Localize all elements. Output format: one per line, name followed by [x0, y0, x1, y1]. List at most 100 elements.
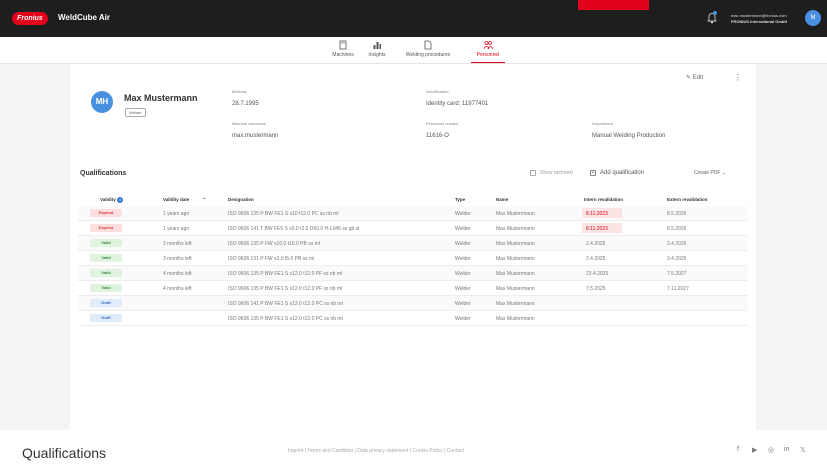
tab-machines[interactable]: Machines: [328, 37, 358, 63]
tab-machines-label: Machines: [332, 52, 354, 58]
status-badge: Draft: [90, 299, 122, 307]
fronius-logo[interactable]: Fronius: [12, 12, 48, 25]
cell-designation: ISO 9606 135 P BW FE1 S s12.0 t12.0 PF s…: [228, 286, 343, 292]
status-badge: Expired: [90, 224, 122, 232]
create-pdf-button[interactable]: Create PDF ⌄: [694, 170, 726, 176]
chevron-down-icon: ⌄: [721, 170, 726, 176]
x-icon[interactable]: 𝕏: [800, 446, 806, 454]
footer-links[interactable]: Imprint | Terms and Condition | Data pri…: [288, 448, 464, 454]
column-validity[interactable]: Validity i: [100, 197, 124, 203]
table-row[interactable]: Draft ISO 9606 135 P BW FE1 S s12.0 t12.0…: [78, 311, 748, 326]
facebook-icon[interactable]: f: [737, 446, 739, 453]
cell-extern-revalidation: 3.4.2026: [667, 241, 687, 247]
table-row[interactable]: Valid 3 months left ISO 9606 131 P FW s3.0…: [78, 251, 748, 266]
people-icon: [483, 41, 493, 50]
plus-icon[interactable]: +: [590, 170, 596, 176]
cell-designation: ISO 9606 135 P BW FE1 S s12.0 t12.0 PF s…: [228, 271, 343, 277]
cell-extern-revalidation: 7.5.2027: [667, 271, 687, 277]
cell-intern-revalidation: 2.4.2025: [586, 256, 606, 262]
cell-name: Max Mustermann: [496, 241, 535, 247]
column-validity-date[interactable]: Validity date ⌃: [163, 197, 206, 203]
column-intern-revalidation[interactable]: Intern revalidation: [584, 197, 623, 202]
profile-avatar: MH: [91, 91, 113, 113]
department-label: Department: [592, 121, 613, 126]
cell-name: Max Mustermann: [496, 286, 535, 292]
birthday-label: Birthday: [232, 89, 247, 94]
footer: Qualifications Imprint | Terms and Condi…: [0, 430, 827, 465]
cell-intern-revalidation: 8.11.2023: [586, 226, 608, 232]
status-badge: Valid: [90, 269, 122, 277]
identification-label: Identification: [426, 89, 449, 94]
table-row[interactable]: Valid 4 months left ISO 9606 135 P BW FE1 …: [78, 266, 748, 281]
tab-insights[interactable]: Insights: [364, 37, 390, 63]
cell-type: Welder: [455, 271, 471, 277]
more-options-icon[interactable]: ⋮: [734, 73, 742, 82]
cell-type: Welder: [455, 301, 471, 307]
tab-insights-label: Insights: [368, 52, 386, 58]
cell-type: Welder: [455, 316, 471, 322]
instagram-icon[interactable]: ◎: [768, 446, 774, 454]
cell-intern-revalidation: 7.5.2025: [586, 286, 606, 292]
user-email[interactable]: max.mustermann@fronius.com: [731, 13, 787, 18]
info-icon[interactable]: i: [117, 197, 124, 203]
footer-title: Qualifications: [22, 445, 107, 461]
cell-name: Max Mustermann: [496, 256, 535, 262]
status-badge: Valid: [90, 239, 122, 247]
cell-type: Welder: [455, 211, 471, 217]
show-archived-checkbox[interactable]: [530, 170, 536, 176]
top-header: Fronius WeldCube Air max.mustermann@fron…: [0, 0, 827, 37]
create-pdf-label: Create PDF: [694, 170, 721, 176]
cell-validity-date: 1 years ago: [163, 226, 190, 232]
cell-validity-date: 3 months left: [163, 241, 192, 247]
status-badge: Valid: [90, 254, 122, 262]
red-accent-corner: [578, 0, 649, 10]
edit-button[interactable]: ✎ Edit: [686, 74, 703, 81]
table-row[interactable]: Valid 4 months left ISO 9606 135 P BW FE1 …: [78, 281, 748, 296]
sort-icon[interactable]: ⌃: [203, 197, 207, 202]
show-archived-label[interactable]: Show archived: [540, 170, 573, 176]
youtube-icon[interactable]: ▶: [752, 446, 757, 454]
bar-chart-icon: [373, 42, 381, 49]
status-badge: Expired: [90, 209, 122, 217]
profile-name: Max Mustermann: [124, 93, 198, 103]
column-type[interactable]: Type: [455, 197, 465, 202]
table-row[interactable]: Valid 3 months left ISO 9606 135 P FW s10.…: [78, 236, 748, 251]
cell-extern-revalidation: 7.11.2027: [667, 286, 689, 292]
table-row[interactable]: Draft ISO 9606 141 P BW FE1 S s12.0 t12.0…: [78, 296, 748, 311]
status-badge: Draft: [90, 314, 122, 322]
linkedin-icon[interactable]: in: [784, 446, 789, 453]
machine-username-label: Machine username: [232, 121, 267, 126]
table-row[interactable]: Expired 1 years ago ISO 9606 141 T BW FE5 …: [78, 221, 748, 236]
user-avatar[interactable]: M: [805, 10, 821, 26]
tab-personnel[interactable]: Personnel: [471, 37, 505, 63]
cell-name: Max Mustermann: [496, 226, 535, 232]
machine-icon: [339, 40, 347, 50]
cell-type: Welder: [455, 256, 471, 262]
personnel-detail-card: MH Max Mustermann Welder ✎ Edit ⋮ Birthd…: [70, 64, 756, 430]
identification-value: Identity card: 11977401: [426, 101, 489, 107]
birthday-value: 28.7.1995: [232, 101, 259, 107]
cell-name: Max Mustermann: [496, 271, 535, 277]
tab-welding-procedures[interactable]: Welding procedures: [399, 37, 457, 63]
cell-designation: ISO 9606 131 P FW s3.0 t5.0 PB ss ml: [228, 256, 315, 262]
cell-validity-date: 1 years ago: [163, 211, 190, 217]
cell-intern-revalidation: 8.11.2023: [586, 211, 608, 217]
column-extern-revalidation[interactable]: Extern revalidation: [667, 197, 708, 202]
tab-personnel-label: Personnel: [476, 52, 500, 58]
cell-name: Max Mustermann: [496, 211, 535, 217]
cell-type: Welder: [455, 286, 471, 292]
user-organization[interactable]: FRONIUS International GmbH: [731, 19, 787, 24]
pencil-icon: ✎: [686, 75, 692, 81]
add-qualification-button[interactable]: Add qualification: [600, 170, 644, 176]
cell-type: Welder: [455, 226, 471, 232]
machine-username-value: max.mustermann: [232, 133, 279, 139]
column-designation[interactable]: Designation: [228, 197, 254, 202]
column-name[interactable]: Name: [496, 197, 508, 202]
cell-validity-date: 4 months left: [163, 286, 192, 292]
personnel-number-value: 11616-O: [426, 133, 449, 139]
cell-extern-revalidation: 8.5.2026: [667, 211, 687, 217]
cell-name: Max Mustermann: [496, 301, 535, 307]
table-row[interactable]: Expired 1 years ago ISO 9606 135 P BW FE1 …: [78, 206, 748, 221]
document-icon: [424, 40, 432, 50]
app-title: WeldCube Air: [58, 13, 111, 22]
